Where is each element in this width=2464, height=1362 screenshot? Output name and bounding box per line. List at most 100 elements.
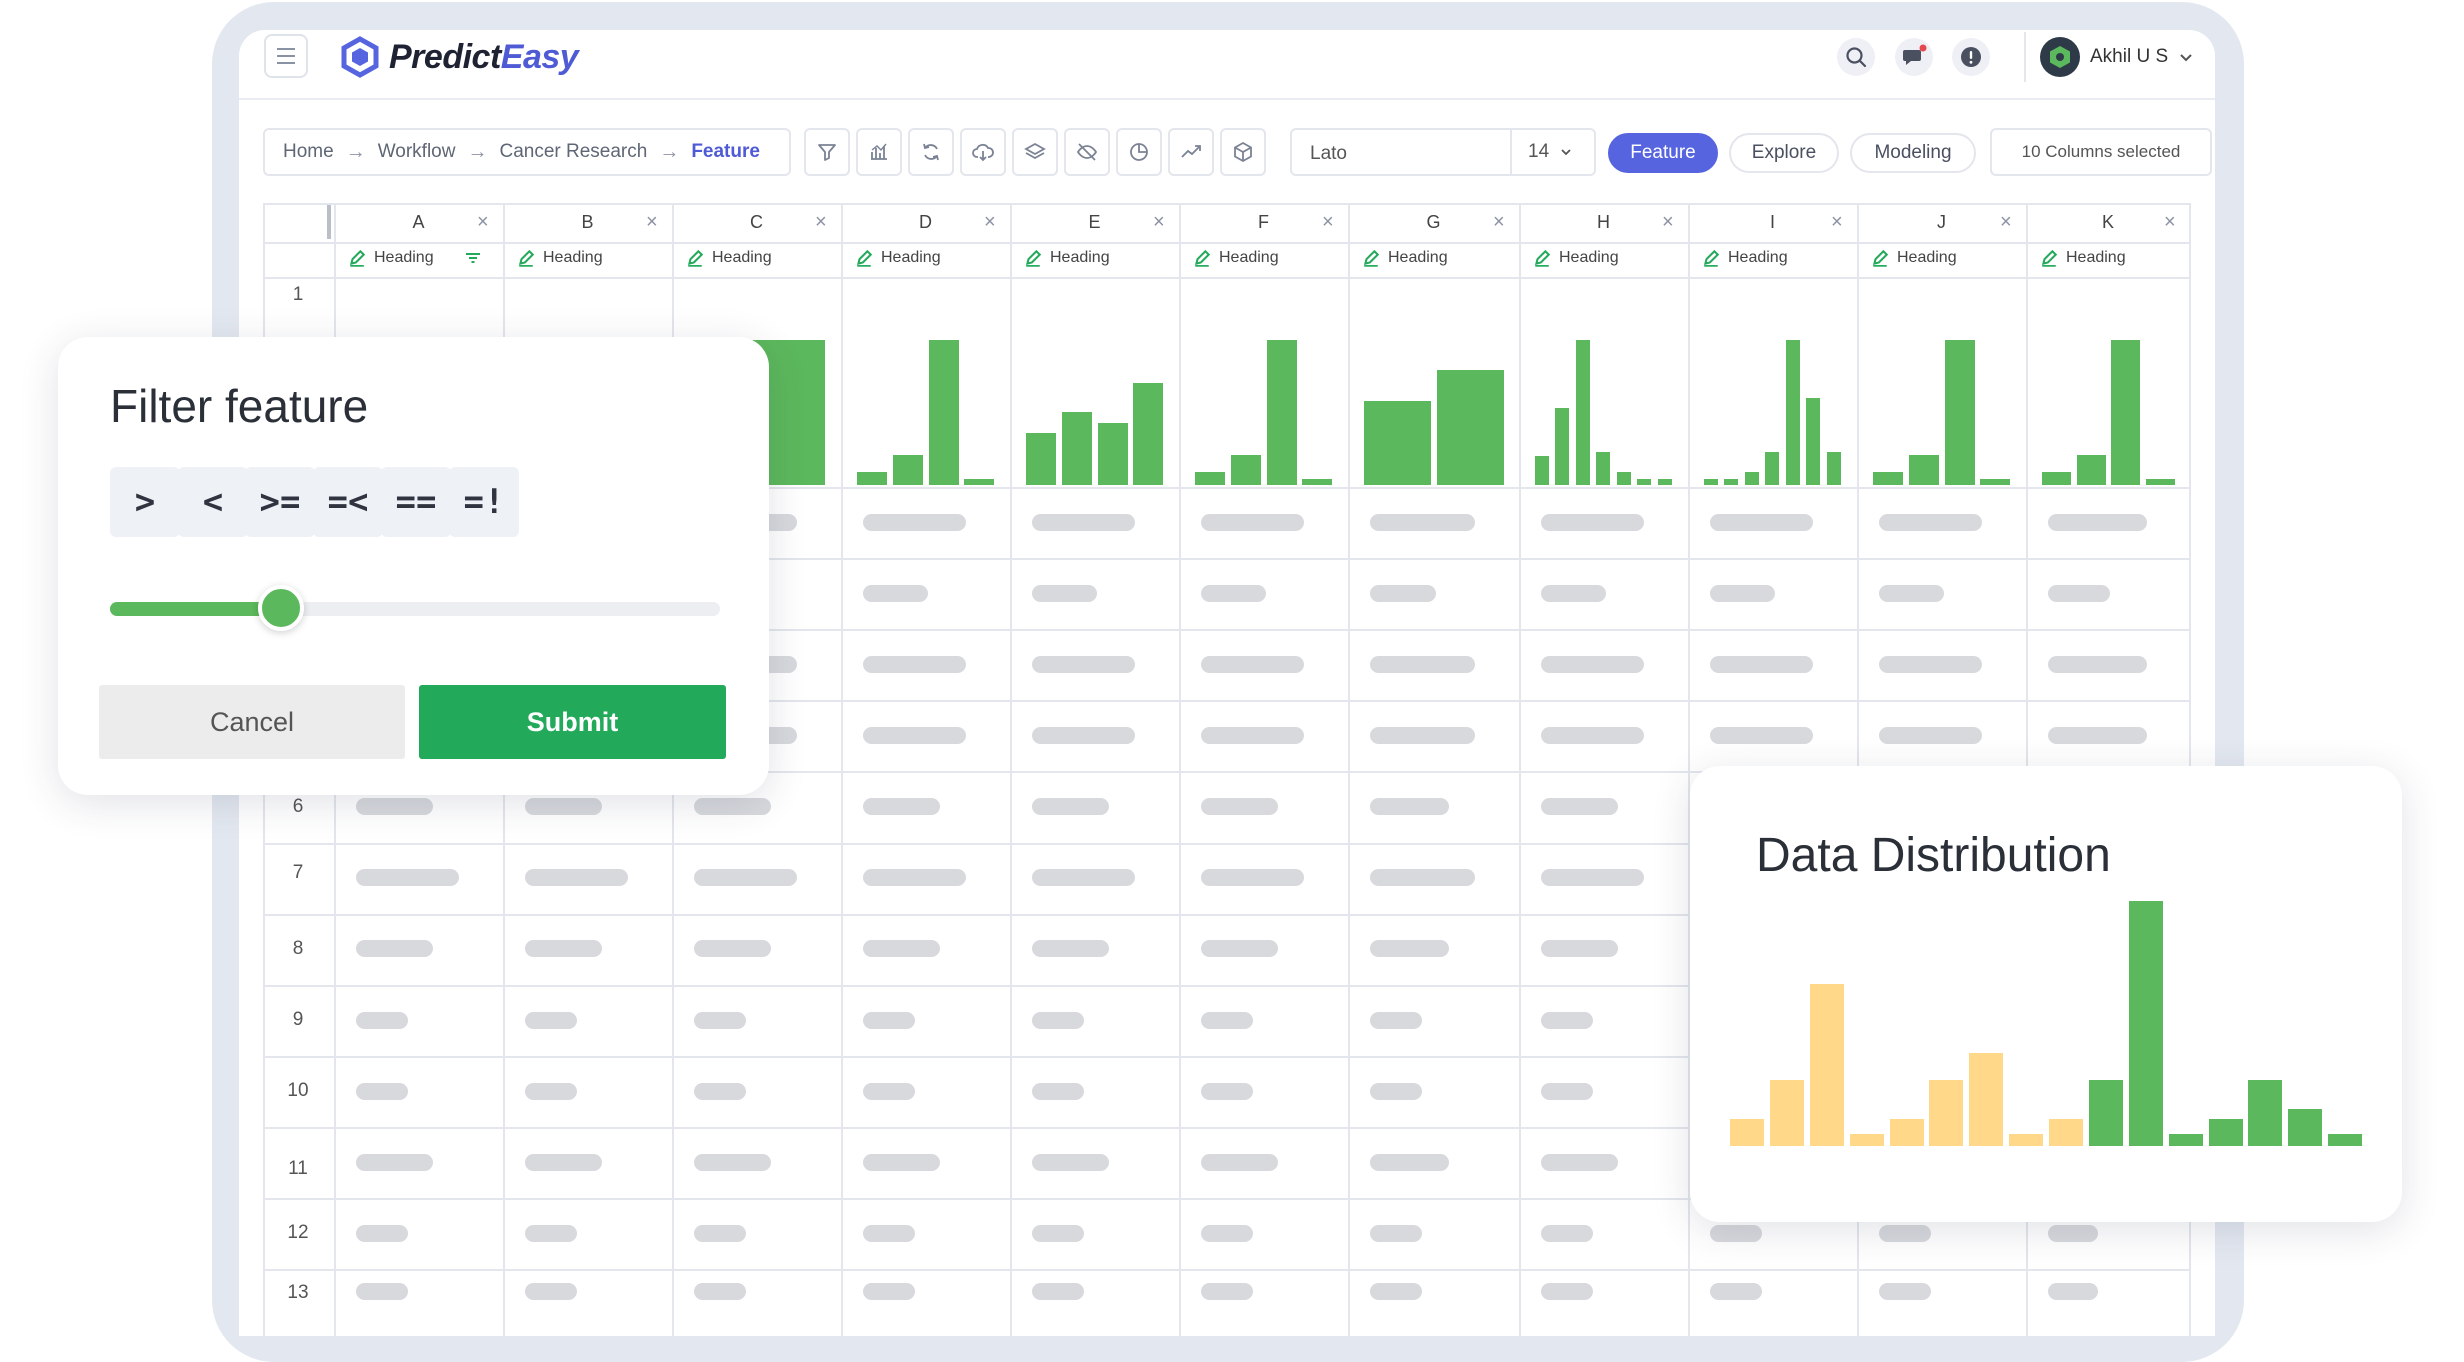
edit-icon[interactable]: [1024, 249, 1042, 267]
menu-toggle-button[interactable]: [264, 34, 308, 78]
tab-feature[interactable]: Feature: [1608, 133, 1718, 173]
column-subheader[interactable]: Heading: [1193, 241, 1279, 275]
column-subheader[interactable]: Heading: [686, 241, 772, 275]
close-icon[interactable]: ×: [1153, 211, 1165, 234]
close-icon[interactable]: ×: [2164, 211, 2176, 234]
cube-tool-button[interactable]: [1220, 128, 1266, 176]
submit-button[interactable]: Submit: [419, 685, 726, 759]
edit-icon[interactable]: [517, 249, 535, 267]
operator-less-equal-button[interactable]: =<: [313, 467, 383, 537]
font-selector[interactable]: Lato 14: [1290, 128, 1596, 176]
close-icon[interactable]: ×: [1831, 211, 1843, 234]
close-icon[interactable]: ×: [477, 211, 489, 234]
column-subheader[interactable]: Heading: [1533, 241, 1619, 275]
distribution-bar: [1770, 1080, 1804, 1146]
breadcrumb-home[interactable]: Home: [283, 141, 334, 163]
row-number[interactable]: 11: [265, 1158, 331, 1180]
close-icon[interactable]: ×: [646, 211, 658, 234]
column-subheader[interactable]: Heading: [1702, 241, 1788, 275]
font-family-value[interactable]: Lato: [1310, 143, 1347, 165]
placeholder-cell: [1370, 1154, 1449, 1171]
alert-icon: [1961, 47, 1981, 67]
alerts-button[interactable]: [1952, 38, 1990, 76]
column-subheader[interactable]: Heading: [1024, 241, 1110, 275]
breadcrumb-cancer-research[interactable]: Cancer Research: [499, 141, 647, 163]
edit-icon[interactable]: [1193, 249, 1211, 267]
edit-icon[interactable]: [1533, 249, 1551, 267]
histogram-bar: [1576, 340, 1590, 485]
edit-icon[interactable]: [348, 249, 366, 267]
cancel-button[interactable]: Cancel: [99, 685, 405, 759]
pie-chart-tool-button[interactable]: [1116, 128, 1162, 176]
distribution-bar: [2049, 1119, 2083, 1146]
row-number[interactable]: 12: [265, 1222, 331, 1244]
refresh-tool-button[interactable]: [908, 128, 954, 176]
breadcrumb-feature[interactable]: Feature: [691, 141, 760, 163]
download-tool-button[interactable]: [960, 128, 1006, 176]
row-number[interactable]: 8: [265, 938, 331, 960]
close-icon[interactable]: ×: [984, 211, 996, 234]
row-number[interactable]: 6: [265, 796, 331, 818]
font-size-select[interactable]: 14: [1510, 130, 1573, 174]
distribution-bar: [2248, 1080, 2282, 1146]
bar-chart-tool-button[interactable]: [856, 128, 902, 176]
row-number[interactable]: 7: [265, 862, 331, 884]
column-subheader[interactable]: Heading: [1362, 241, 1448, 275]
placeholder-cell: [1541, 1154, 1618, 1171]
placeholder-cell: [863, 1225, 915, 1242]
edit-icon[interactable]: [2040, 249, 2058, 267]
tab-explore[interactable]: Explore: [1729, 133, 1839, 173]
edit-icon[interactable]: [1702, 249, 1720, 267]
placeholder-cell: [1710, 656, 1813, 673]
histogram-bar: [1302, 479, 1332, 485]
row-number[interactable]: 1: [265, 284, 331, 306]
messages-button[interactable]: [1895, 38, 1933, 76]
row-number[interactable]: 9: [265, 1009, 331, 1031]
placeholder-cell: [694, 1225, 746, 1242]
trend-line-icon: [1181, 145, 1201, 158]
operator-less-button[interactable]: <: [178, 467, 248, 537]
search-button[interactable]: [1837, 38, 1875, 76]
placeholder-cell: [1201, 1154, 1278, 1171]
hide-tool-button[interactable]: [1064, 128, 1110, 176]
operator-greater-equal-button[interactable]: >=: [245, 467, 315, 537]
close-icon[interactable]: ×: [1662, 211, 1674, 234]
placeholder-cell: [525, 940, 602, 957]
close-icon[interactable]: ×: [2000, 211, 2012, 234]
column-subheader[interactable]: Heading: [1871, 241, 1957, 275]
placeholder-cell: [1032, 1225, 1084, 1242]
user-menu[interactable]: Akhil U S: [2024, 32, 2194, 82]
column-subheader[interactable]: Heading: [855, 241, 941, 275]
placeholder-cell: [1201, 798, 1278, 815]
filter-tool-button[interactable]: [804, 128, 850, 176]
operator-equal-button[interactable]: ==: [381, 467, 451, 537]
column-subheader[interactable]: Heading: [2040, 241, 2126, 275]
operator-greater-button[interactable]: >: [110, 467, 180, 537]
column-subheader-label: Heading: [2066, 249, 2126, 266]
tab-modeling[interactable]: Modeling: [1850, 133, 1976, 173]
threshold-slider[interactable]: [110, 585, 720, 631]
trend-tool-button[interactable]: [1168, 128, 1214, 176]
row-number[interactable]: 13: [265, 1282, 331, 1304]
placeholder-cell: [356, 940, 433, 957]
edit-icon[interactable]: [1362, 249, 1380, 267]
operator-not-equal-button[interactable]: =!: [449, 467, 519, 537]
brand-logo[interactable]: PredictEasy: [339, 36, 579, 78]
close-icon[interactable]: ×: [1322, 211, 1334, 234]
filter-active-icon[interactable]: [464, 251, 482, 265]
slider-thumb[interactable]: [257, 585, 304, 631]
row-number[interactable]: 10: [265, 1080, 331, 1102]
close-icon[interactable]: ×: [1493, 211, 1505, 234]
breadcrumb-workflow[interactable]: Workflow: [378, 141, 456, 163]
placeholder-cell: [863, 1012, 915, 1029]
placeholder-cell: [694, 1283, 746, 1300]
columns-selected-indicator[interactable]: 10 Columns selected: [1990, 128, 2212, 176]
histogram-bar: [1873, 472, 1903, 485]
edit-icon[interactable]: [1871, 249, 1889, 267]
column-subheader[interactable]: Heading: [348, 241, 482, 275]
edit-icon[interactable]: [855, 249, 873, 267]
column-subheader[interactable]: Heading: [517, 241, 603, 275]
edit-icon[interactable]: [686, 249, 704, 267]
layers-tool-button[interactable]: [1012, 128, 1058, 176]
close-icon[interactable]: ×: [815, 211, 827, 234]
